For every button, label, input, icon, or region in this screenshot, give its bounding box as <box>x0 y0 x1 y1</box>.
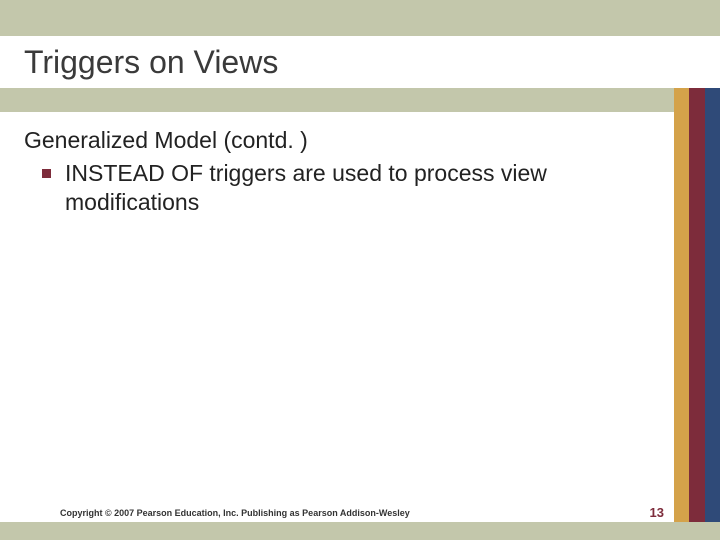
footer-copyright: Copyright © 2007 Pearson Education, Inc.… <box>60 508 410 518</box>
bullet-item: INSTEAD OF triggers are used to process … <box>24 159 640 217</box>
content-area: Generalized Model (contd. ) INSTEAD OF t… <box>24 126 640 216</box>
stripe-maroon <box>689 88 704 112</box>
mid-band <box>0 88 720 112</box>
stripe-blue <box>705 88 720 112</box>
rail-mustard <box>674 112 689 522</box>
slide: Triggers on Views Generalized Model (con… <box>0 0 720 540</box>
page-number: 13 <box>650 505 664 520</box>
bullet-text: INSTEAD OF triggers are used to process … <box>65 159 640 217</box>
slide-title: Triggers on Views <box>24 44 278 81</box>
stripe-accents-top <box>674 88 720 112</box>
square-bullet-icon <box>42 169 51 178</box>
bottom-bar <box>0 522 720 540</box>
content-subhead: Generalized Model (contd. ) <box>24 126 640 155</box>
top-bar <box>0 0 720 36</box>
rail-maroon <box>689 112 704 522</box>
stripe-mustard <box>674 88 689 112</box>
rail-blue <box>705 112 720 522</box>
right-rail <box>674 112 720 522</box>
